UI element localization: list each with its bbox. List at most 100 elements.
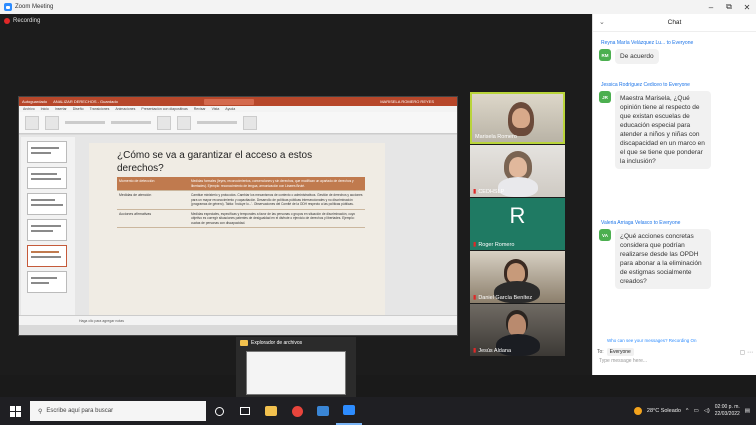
close-button[interactable]: ✕ <box>738 0 756 14</box>
weather-text[interactable]: 28°C Soleado <box>647 408 681 414</box>
avatar: VA <box>599 229 611 241</box>
taskbar-search-placeholder: Escribe aquí para buscar <box>46 408 114 414</box>
mic-muted-icon: ▮ <box>473 242 477 248</box>
slide-table-cell: Medidas especiales, específicas y tempor… <box>191 211 356 225</box>
mic-muted-icon: ▮ <box>473 189 477 195</box>
chrome-icon[interactable] <box>284 397 310 425</box>
chat-privacy-note[interactable]: Who can see your messages? Recording On <box>607 338 697 343</box>
taskbar-clock[interactable]: 02:00 p. m. 22/03/2022 <box>715 404 740 418</box>
participant-video-tile[interactable]: ▮ Daniel García Benítez <box>470 251 565 303</box>
ppt-autosave: Autoguardado <box>22 99 48 104</box>
chat-message-sender: Reyna María Velázquez Lu... to Everyone <box>601 40 694 46</box>
participant-video-tile[interactable]: Marisela Romero <box>470 92 565 144</box>
ppt-user: MARISELA ROMERO REYES <box>380 99 434 104</box>
mic-muted-icon: ▮ <box>473 295 477 301</box>
zoom-logo-icon <box>4 3 12 11</box>
new-slide-icon <box>45 115 59 130</box>
ppt-tab: Presentación con diapositivas <box>141 107 188 111</box>
slide-table-cell: Medidas de atención <box>119 193 152 197</box>
network-icon[interactable]: ▭ <box>694 408 699 414</box>
ppt-filename: ANALIZAR DERECHOS - Guardado <box>53 99 118 104</box>
ppt-ribbon <box>19 112 457 134</box>
chat-recipient-dropdown[interactable]: Everyone <box>606 348 634 356</box>
avatar: JR <box>599 91 611 103</box>
ppt-tab: Animaciones <box>115 107 136 111</box>
slide-thumbnail <box>27 193 67 215</box>
cortana-icon[interactable] <box>206 397 232 425</box>
participant-name: ▮ Jesús Aldana <box>473 347 512 355</box>
paragraph-controls <box>111 121 151 124</box>
file-explorer-header: Explorador de archivos <box>236 337 356 349</box>
ppt-tab: Revisar <box>193 107 206 111</box>
chat-recipient-row: To: Everyone ▢ ⋯ <box>597 348 753 356</box>
ppt-tab: Vista <box>211 107 220 111</box>
designer-icon <box>243 115 257 130</box>
zoom-taskbar-icon[interactable] <box>336 397 362 425</box>
notifications-icon[interactable]: ▤ <box>745 408 750 414</box>
store-icon[interactable] <box>310 397 336 425</box>
chat-message-text: De acuerdo <box>615 49 659 64</box>
record-icon <box>4 18 10 24</box>
chevron-down-icon[interactable]: ⌄ <box>599 18 605 26</box>
shared-screen-powerpoint: Autoguardado ANALIZAR DERECHOS - Guardad… <box>18 96 458 336</box>
ppt-tab: Transiciones <box>89 107 110 111</box>
slide-thumbnail <box>27 141 67 163</box>
current-slide: ¿Cómo se va a garantizar el acceso a est… <box>89 143 385 315</box>
system-tray: 28°C Soleado ^ ▭ ◁) 02:00 p. m. 22/03/20… <box>633 404 756 418</box>
slide-table: Momento de detección Medidas formales (l… <box>117 177 365 228</box>
chat-to-label: To: <box>597 349 604 355</box>
recording-indicator[interactable]: Recording <box>4 18 40 24</box>
participant-video-tile[interactable]: ▮ Jesús Aldana <box>470 304 565 356</box>
slide-thumbnail-selected <box>27 245 67 267</box>
file-explorer-label: Explorador de archivos <box>251 340 303 346</box>
chat-input[interactable]: Type message here... <box>597 358 753 370</box>
window-titlebar: Zoom Meeting – ⧉ ✕ <box>0 0 756 14</box>
participant-name: Marisela Romero <box>475 134 517 140</box>
file-explorer-icon[interactable] <box>258 397 284 425</box>
clock-date: 22/03/2022 <box>714 411 740 417</box>
chat-message-sender: Valeria Arriaga Velasco to Everyone <box>601 220 681 226</box>
window-controls: – ⧉ ✕ <box>702 0 756 14</box>
start-button[interactable] <box>0 397 30 425</box>
ppt-tab: Diseño <box>72 107 84 111</box>
ppt-search-box <box>203 98 254 105</box>
participant-video-tile[interactable]: R ▮ Roger Romero <box>470 198 565 250</box>
windows-taskbar: ⚲ Escribe aquí para buscar 28°C Soleado … <box>0 397 756 425</box>
clock-time: 02:00 p. m. <box>714 404 740 410</box>
slide-table-cell: Medidas formales (leyes, reconocimientos… <box>191 179 354 188</box>
chat-message: Valeria Arriaga Velasco to Everyone VA ¿… <box>599 220 753 289</box>
chevron-up-icon[interactable]: ^ <box>686 408 689 414</box>
slide-title: ¿Cómo se va a garantizar el acceso a est… <box>117 150 313 174</box>
chat-title: Chat <box>667 19 682 26</box>
file-explorer-preview[interactable]: Explorador de archivos <box>236 337 356 397</box>
slide-table-cell: Cambiar ministerio y protocolos. Cambiar… <box>191 193 363 206</box>
slide-thumbnail <box>27 167 67 189</box>
participant-video-tile[interactable]: ▮ CEDHSLP <box>470 145 565 197</box>
ppt-tab: Insertar <box>54 107 67 111</box>
shapes-icon <box>157 115 171 130</box>
participant-name: ▮ Daniel García Benítez <box>473 294 533 302</box>
task-view-icon[interactable] <box>232 397 258 425</box>
participant-name: ▮ Roger Romero <box>473 241 515 249</box>
slide-table-cell: Momento de detección <box>119 179 155 183</box>
minimize-button[interactable]: – <box>702 0 720 14</box>
mic-muted-icon: ▮ <box>473 348 477 354</box>
ppt-tab: Inicio <box>40 107 49 111</box>
slide-thumbnails <box>21 137 75 323</box>
participant-name: ▮ CEDHSLP <box>473 188 505 196</box>
maximize-button[interactable]: ⧉ <box>720 0 738 14</box>
windows-logo-icon <box>9 405 21 417</box>
chat-file-icon[interactable]: ▢ ⋯ <box>740 349 753 356</box>
chat-message-text: ¿Qué acciones concretas considera que po… <box>615 229 711 289</box>
chat-message-text: Maestra Marisela, ¿Qué opinión tiene al … <box>615 91 711 169</box>
taskbar-search[interactable]: ⚲ Escribe aquí para buscar <box>30 401 206 421</box>
participant-initial: R <box>509 203 526 228</box>
avatar: RM <box>599 49 611 61</box>
slide-table-row: Momento de detección Medidas formales (l… <box>117 177 365 191</box>
search-icon: ⚲ <box>38 408 43 415</box>
volume-icon[interactable]: ◁) <box>704 408 710 414</box>
slide-table-cell: Acciones afirmativas <box>119 211 152 216</box>
chat-message: Reyna María Velázquez Lu... to Everyone … <box>599 40 753 64</box>
chat-panel: ⌄ Chat Reyna María Velázquez Lu... to Ev… <box>592 14 756 375</box>
chat-message: Jessica Rodríguez Cediceo to Everyone JR… <box>599 82 753 169</box>
